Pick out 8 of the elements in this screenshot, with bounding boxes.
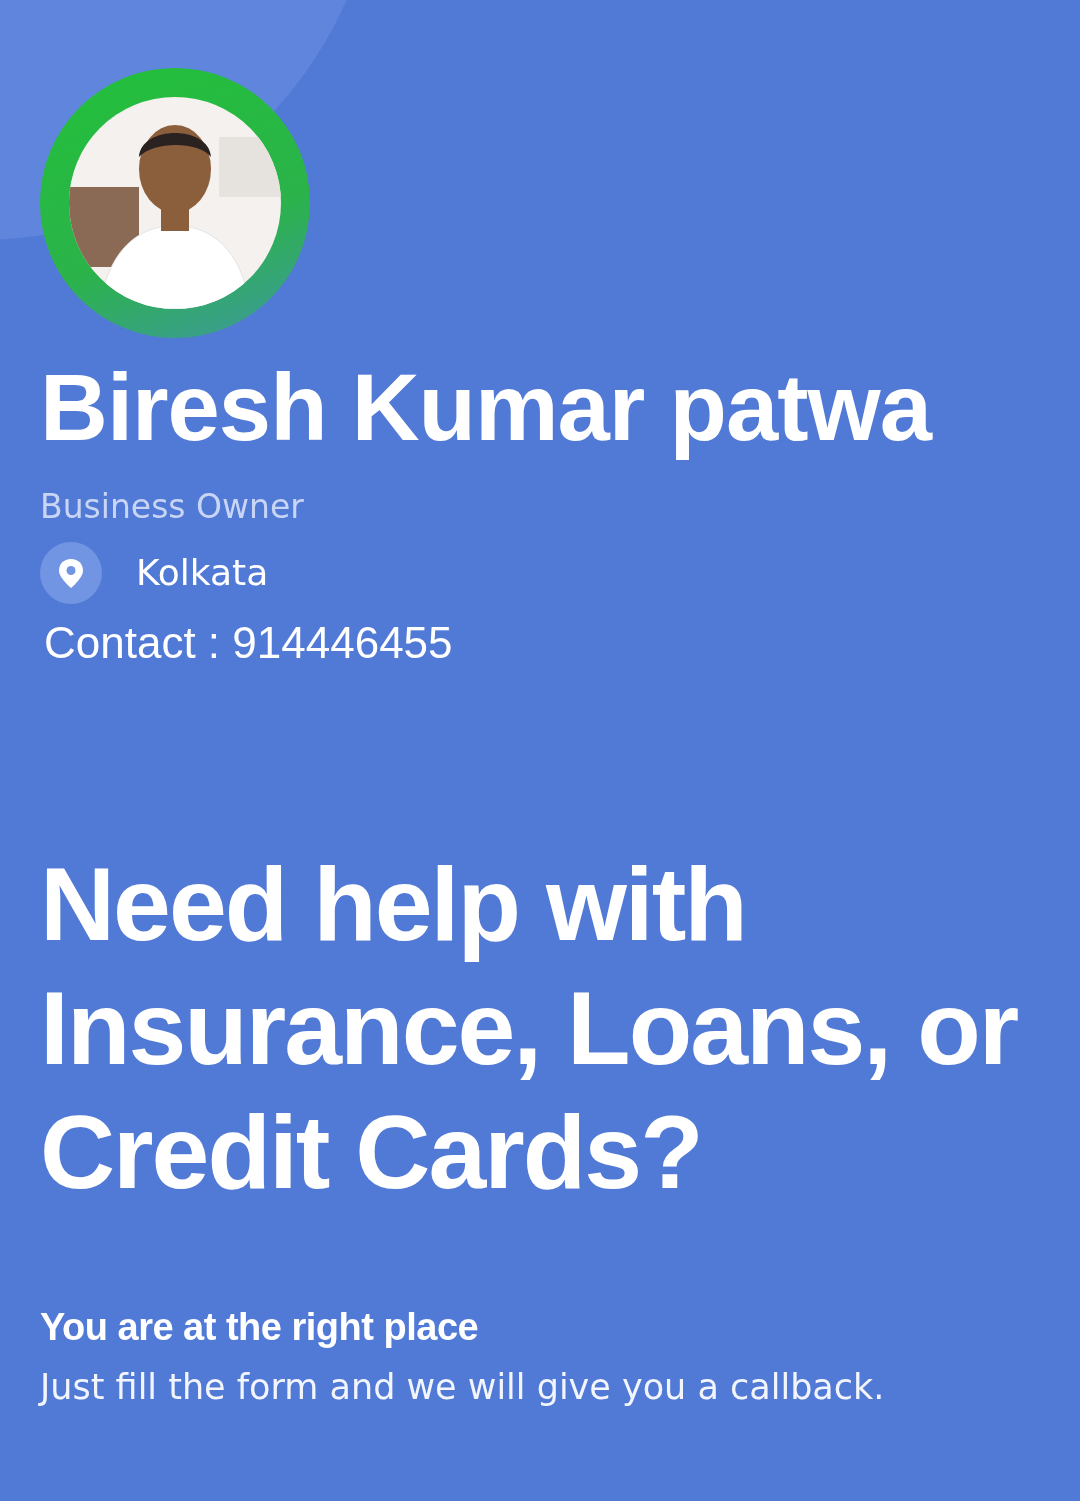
location-label: Kolkata: [136, 552, 269, 594]
description: Just fill the form and we will give you a callback.: [40, 1366, 886, 1407]
tagline: You are at the right place: [40, 1305, 480, 1349]
location-pin-icon: [40, 541, 102, 604]
contact-number: Contact : 914446455: [44, 617, 454, 668]
headline: Need help with Insurance, Loans, or Credit Cards?: [40, 844, 1019, 1212]
job-title: Business Owner: [40, 486, 305, 526]
profile-name: Biresh Kumar patwa: [40, 354, 934, 462]
